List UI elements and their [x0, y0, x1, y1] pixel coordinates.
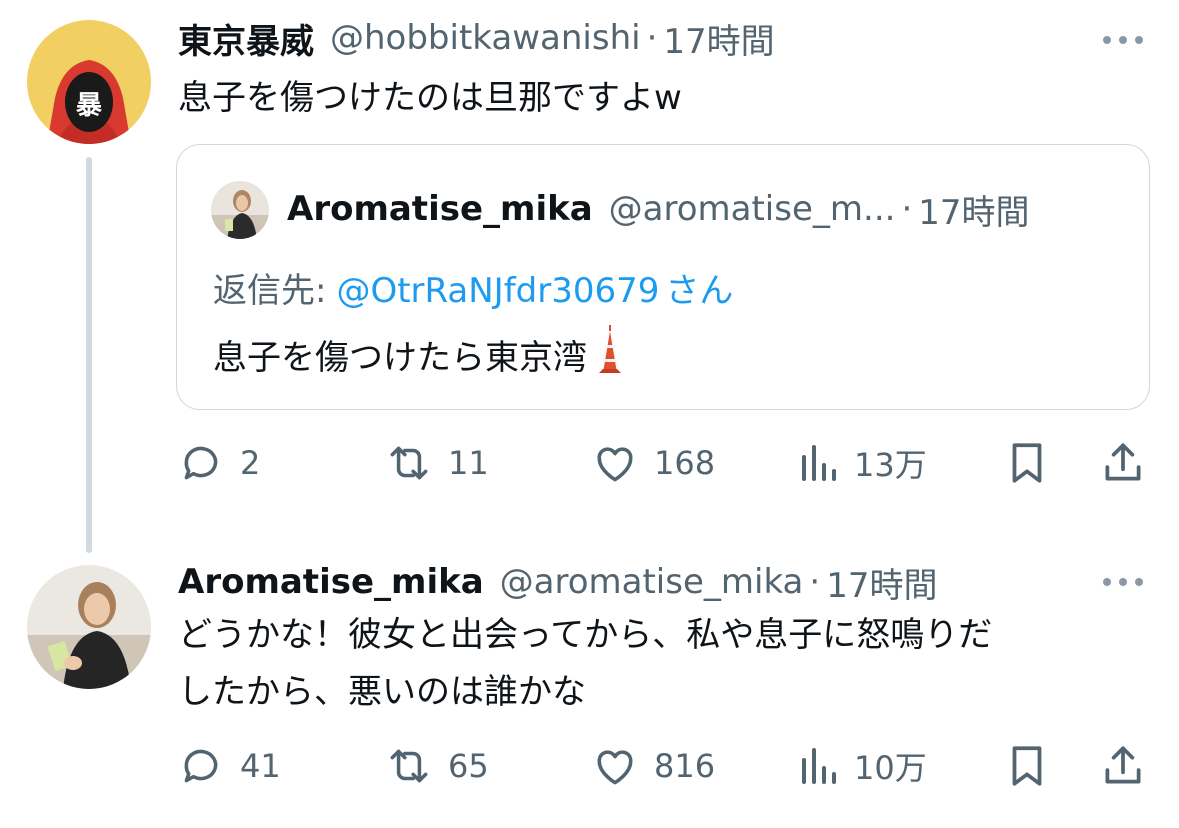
tokyo-tower-icon — [595, 325, 625, 384]
avatar[interactable]: 暴 — [27, 20, 151, 144]
retweet-icon — [390, 446, 428, 480]
views-icon — [802, 445, 836, 481]
reply-icon — [184, 749, 218, 783]
reply-count: 2 — [240, 444, 261, 482]
bookmark-icon — [1012, 443, 1042, 483]
timestamp[interactable]: 17時間 — [663, 14, 774, 63]
author-name[interactable]: Aromatise_mika — [178, 562, 484, 602]
quote-timestamp[interactable]: 17時間 — [918, 185, 1029, 234]
like-count: 816 — [654, 747, 716, 785]
bookmark-icon — [1012, 746, 1042, 786]
like-count: 168 — [654, 444, 716, 482]
tweet-text-line-1: どうかな！彼女と出会ってから、私や息子に怒鳴りだ — [178, 615, 993, 655]
retweet-icon — [390, 749, 428, 783]
author-name[interactable]: 東京暴威 — [178, 14, 314, 63]
like-icon — [597, 447, 633, 482]
bookmark-button[interactable] — [1002, 435, 1052, 491]
quote-header: Aromatise_mika @aromatise_m... · 17時間 — [287, 185, 1030, 234]
quote-text-row: 息子を傷つけたら東京湾 — [213, 325, 625, 384]
tweet-text: 息子を傷つけたのは旦那ですよw — [178, 78, 682, 118]
quote-author-handle[interactable]: @aromatise_m... — [609, 189, 896, 229]
reply-context: 返信先: @OtrRaNJfdr30679 さん — [213, 263, 733, 312]
reply-icon — [184, 446, 218, 480]
author-handle[interactable]: @hobbitkawanishi — [330, 18, 641, 58]
quote-text: 息子を傷つけたら東京湾 — [213, 338, 587, 378]
reply-button[interactable]: 41 — [176, 738, 281, 794]
retweet-count: 11 — [448, 444, 489, 482]
retweet-count: 65 — [448, 747, 489, 785]
quote-avatar — [211, 181, 269, 239]
separator: · — [901, 189, 913, 229]
share-icon — [1105, 746, 1141, 784]
reply-prefix: 返信先: — [213, 271, 327, 311]
tweet-actions: 41 65 816 10万 — [176, 738, 1148, 794]
separator: · — [809, 562, 821, 602]
timestamp[interactable]: 17時間 — [826, 558, 937, 607]
quote-author-name[interactable]: Aromatise_mika — [287, 189, 593, 229]
retweet-button[interactable]: 11 — [384, 435, 489, 491]
bookmark-button[interactable] — [1002, 738, 1052, 794]
views-button[interactable]: 10万 — [796, 738, 927, 794]
views-button[interactable]: 13万 — [796, 435, 927, 491]
reply-mention-handle[interactable]: @OtrRaNJfdr30679 — [336, 271, 659, 311]
tweet-actions: 2 11 168 13万 — [176, 435, 1148, 491]
more-icon[interactable] — [1103, 572, 1143, 592]
more-icon[interactable] — [1103, 30, 1143, 50]
views-count: 13万 — [854, 446, 927, 484]
like-button[interactable]: 168 — [590, 435, 715, 491]
like-button[interactable]: 816 — [590, 738, 715, 794]
retweet-button[interactable]: 65 — [384, 738, 489, 794]
reply-button[interactable]: 2 — [176, 435, 260, 491]
tweet-header: 東京暴威 @hobbitkawanishi · 17時間 — [178, 14, 775, 63]
quote-tweet[interactable]: Aromatise_mika @aromatise_m... · 17時間 返信… — [176, 144, 1150, 410]
thread-line — [86, 157, 92, 553]
share-button[interactable] — [1098, 435, 1148, 491]
share-icon — [1105, 443, 1141, 481]
reply-mention-suffix[interactable]: さん — [665, 271, 733, 311]
tweet-text-line-2: したから、悪いのは誰かな — [178, 672, 586, 712]
separator: · — [646, 18, 658, 58]
avatar-glyph: 暴 — [76, 91, 102, 121]
reply-count: 41 — [240, 747, 281, 785]
author-handle[interactable]: @aromatise_mika — [500, 562, 804, 602]
share-button[interactable] — [1098, 738, 1148, 794]
tweet-header: Aromatise_mika @aromatise_mika · 17時間 — [178, 558, 937, 607]
avatar[interactable] — [27, 565, 151, 689]
like-icon — [597, 750, 633, 785]
views-count: 10万 — [854, 749, 927, 787]
views-icon — [802, 748, 836, 784]
reply-mention[interactable]: @OtrRaNJfdr30679 さん — [336, 271, 733, 311]
